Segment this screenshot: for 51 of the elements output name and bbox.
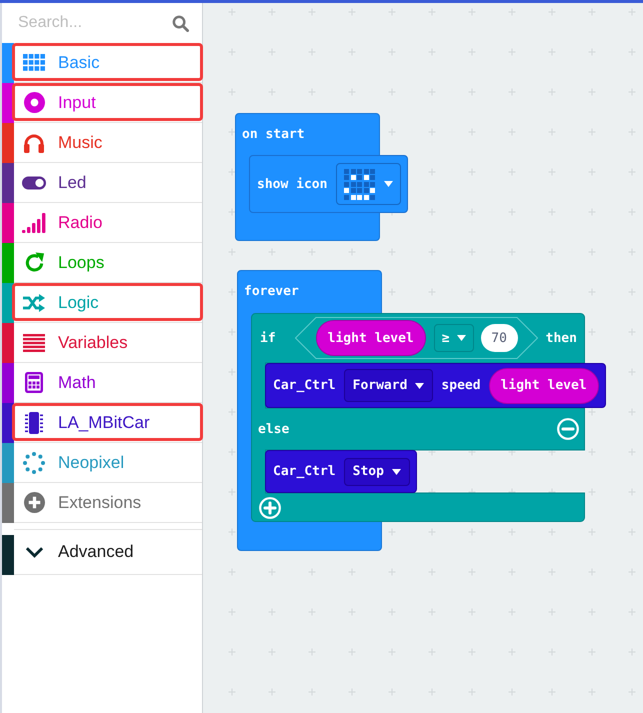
search-field[interactable]: Search... [18, 14, 158, 32]
headphones-icon [23, 132, 45, 152]
calculator-icon [25, 372, 43, 393]
reporter-block[interactable]: light level [316, 320, 426, 356]
toggle-icon [22, 176, 46, 190]
category-item[interactable]: Loops [2, 243, 202, 283]
block-label: speed [441, 378, 481, 393]
show-icon-block[interactable]: show icon [249, 155, 408, 213]
chip-icon [24, 412, 44, 434]
minus-circle-icon[interactable] [557, 418, 579, 440]
block-label: else [258, 422, 290, 436]
search-icon[interactable] [172, 14, 189, 32]
category-item[interactable]: LA_MBitCar [2, 403, 202, 443]
caret-icon [384, 181, 394, 187]
block-label: Car_Ctrl [273, 464, 336, 479]
ring-icon [24, 92, 44, 113]
caret-icon [415, 382, 424, 388]
car-control-block[interactable]: Car_Ctrl Forward speed light level [265, 363, 606, 408]
category-item[interactable]: Math [2, 363, 202, 403]
category-item[interactable]: Input [2, 83, 202, 123]
plus-circle-icon[interactable] [259, 496, 281, 518]
dotted-ring-icon [23, 452, 45, 474]
block-label: on start [242, 126, 305, 142]
circular-arrow-icon [24, 252, 44, 273]
category-item[interactable]: Radio [2, 203, 202, 243]
block-label: then [546, 330, 577, 346]
category-item[interactable]: Extensions [2, 483, 202, 523]
block-label: if [260, 330, 276, 346]
caret-icon [456, 335, 466, 341]
signal-bars-icon [22, 212, 46, 232]
block-label: Car_Ctrl [273, 378, 336, 393]
icon-picker[interactable] [336, 163, 402, 205]
block-label: forever [244, 284, 299, 299]
caret-icon [392, 468, 401, 474]
car-control-block[interactable]: Car_Ctrl Stop [265, 450, 417, 493]
reporter-block[interactable]: light level [488, 368, 599, 404]
category-color-strip [2, 535, 14, 575]
stacked-lines-icon [23, 334, 45, 352]
category-item[interactable]: Led [2, 163, 202, 203]
category-item[interactable]: Logic [2, 283, 202, 323]
direction-dropdown[interactable]: Stop [344, 458, 410, 486]
category-item[interactable]: Neopixel [2, 443, 202, 483]
operator-dropdown[interactable]: ≥ [434, 324, 474, 352]
grid-icon [23, 54, 45, 71]
category-item[interactable]: Variables [2, 323, 202, 363]
shuffle-icon [23, 294, 45, 312]
block-label: show icon [257, 176, 328, 192]
category-item[interactable]: Music [2, 123, 202, 163]
direction-dropdown[interactable]: Forward [344, 369, 434, 402]
advanced-toggle[interactable]: Advanced [2, 530, 202, 575]
category-item[interactable]: Basic [2, 43, 202, 83]
